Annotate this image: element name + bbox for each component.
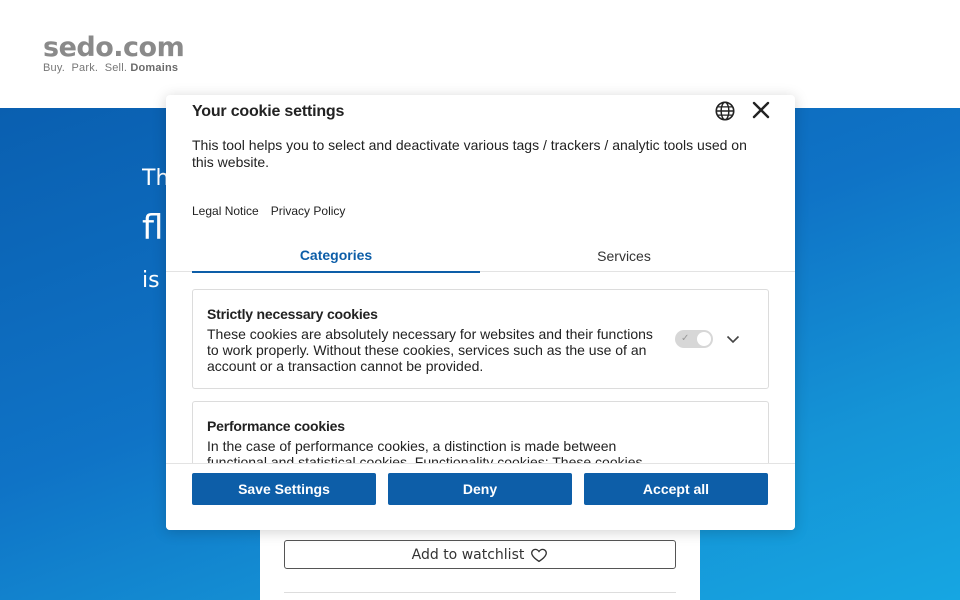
site-header: sedo.com Buy. Park. Sell. Domains xyxy=(0,0,960,108)
heart-icon xyxy=(531,548,548,562)
save-settings-button[interactable]: Save Settings xyxy=(192,473,376,505)
category-list[interactable]: Strictly necessary cookies These cookies… xyxy=(166,272,795,463)
offer-card: Add to watchlist xyxy=(260,520,700,600)
category-title: Strictly necessary cookies xyxy=(207,306,378,322)
toggle-knob xyxy=(697,332,711,346)
category-title: Performance cookies xyxy=(207,418,345,434)
legal-notice-link[interactable]: Legal Notice xyxy=(192,204,259,218)
accept-all-button[interactable]: Accept all xyxy=(584,473,768,505)
category-description: In the case of performance cookies, a di… xyxy=(207,438,643,463)
legal-links: Legal Notice Privacy Policy xyxy=(192,204,345,218)
modal-tabs: Categories Services xyxy=(166,239,795,273)
check-icon: ✓ xyxy=(681,333,690,344)
category-card-performance: Performance cookies In the case of perfo… xyxy=(192,401,769,463)
category-card-strictly-necessary: Strictly necessary cookies These cookies… xyxy=(192,289,769,389)
modal-title: Your cookie settings xyxy=(192,103,345,120)
logo-wordmark: sedo.com xyxy=(43,32,185,63)
logo-tagline-bold: Domains xyxy=(130,62,179,74)
tab-services[interactable]: Services xyxy=(480,239,768,272)
privacy-policy-link[interactable]: Privacy Policy xyxy=(271,204,346,218)
globe-icon[interactable] xyxy=(714,100,736,122)
hero-line-1: Th xyxy=(142,166,168,191)
logo-tagline: Buy. Park. Sell. Domains xyxy=(43,62,184,74)
hero-line-3: is xyxy=(142,268,160,293)
deny-button[interactable]: Deny xyxy=(388,473,572,505)
logo-tagline-plain: Buy. Park. Sell. xyxy=(43,62,128,74)
add-to-watchlist-button[interactable]: Add to watchlist xyxy=(284,540,676,569)
offer-divider xyxy=(284,592,676,593)
category-toggle[interactable]: ✓ xyxy=(675,330,713,348)
sedo-logo[interactable]: sedo.com Buy. Park. Sell. Domains xyxy=(43,32,185,75)
modal-footer: Save Settings Deny Accept all xyxy=(166,463,795,530)
close-icon[interactable] xyxy=(751,100,771,120)
watchlist-label: Add to watchlist xyxy=(411,546,525,563)
modal-description: This tool helps you to select and deacti… xyxy=(192,137,747,170)
chevron-down-icon[interactable] xyxy=(725,331,741,347)
hero-line-2: fl xyxy=(142,208,164,248)
tab-categories[interactable]: Categories xyxy=(192,239,480,273)
category-description: These cookies are absolutely necessary f… xyxy=(207,326,653,374)
cookie-settings-modal: Your cookie settings This tool helps you… xyxy=(166,95,795,530)
